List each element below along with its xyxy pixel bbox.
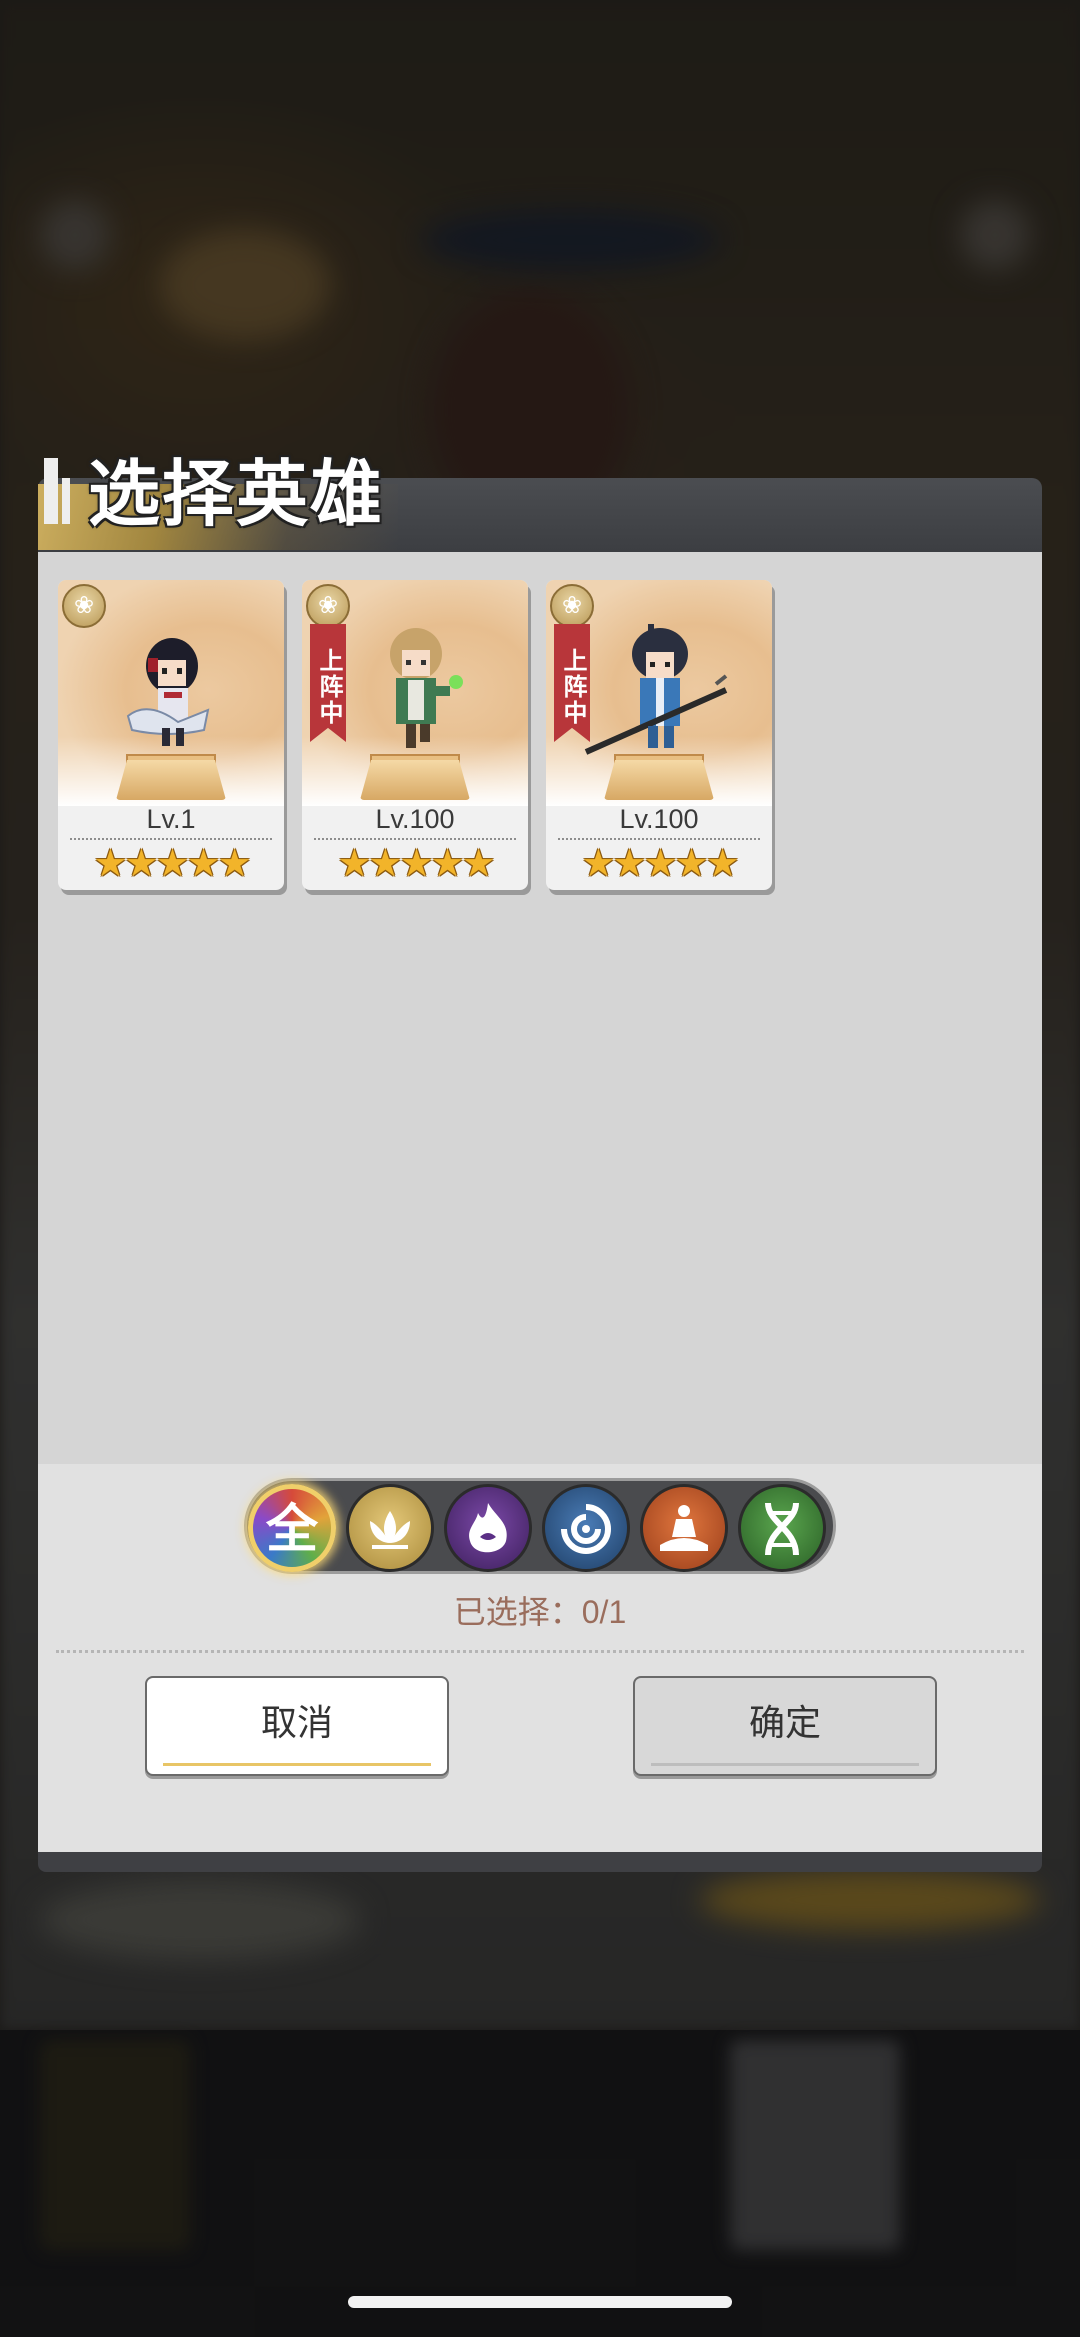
title-accent-bar — [44, 458, 58, 524]
hero-level: Lv.100 — [619, 804, 699, 834]
divider — [56, 1650, 1024, 1653]
hero-level: Lv.100 — [375, 804, 455, 834]
filter-flame-button[interactable] — [444, 1484, 532, 1572]
lotus-icon: ❀ — [306, 584, 350, 628]
filter-all-button[interactable]: 全 — [248, 1484, 336, 1572]
filter-dna-button[interactable] — [738, 1484, 826, 1572]
star-rating: ★★★★★ — [581, 843, 739, 885]
divider — [558, 838, 760, 840]
modal-bottom-edge — [38, 1852, 1042, 1872]
meditation-icon — [660, 1505, 708, 1551]
lotus-icon — [370, 1511, 410, 1549]
modal-title: 选择英雄 — [88, 455, 385, 535]
hero-card[interactable]: ❀ Lv.1 ★★★★★ — [58, 580, 284, 890]
star-rating: ★★★★★ — [337, 843, 495, 885]
home-indicator[interactable] — [348, 2296, 732, 2308]
hero-level: Lv.1 — [146, 804, 196, 834]
swirl-icon — [561, 1504, 611, 1554]
star-rating: ★★★★★ — [93, 843, 251, 885]
filter-swirl-button[interactable] — [542, 1484, 630, 1572]
hero-sprite — [390, 628, 463, 748]
hero-sprite — [126, 638, 210, 746]
deployed-ribbon: 上阵中 — [310, 624, 346, 742]
title-accent-bar-small — [62, 478, 70, 524]
hero-card[interactable]: ❀ 上阵中 Lv.100 ★★★★★ — [546, 580, 772, 890]
divider — [314, 838, 516, 840]
selection-counter: 已选择：0/1 — [453, 1594, 627, 1630]
all-icon: 全 — [265, 1501, 318, 1559]
divider — [70, 838, 272, 840]
filter-lotus-button[interactable] — [346, 1484, 434, 1572]
filter-meditation-button[interactable] — [640, 1484, 728, 1572]
flame-icon — [469, 1503, 507, 1553]
confirm-button[interactable]: 确定 — [633, 1676, 937, 1776]
hero-card[interactable]: ❀ 上阵中 Lv.100 ★★★★★ — [302, 580, 528, 890]
hero-sprite — [584, 624, 728, 755]
cancel-button[interactable]: 取消 — [145, 1676, 449, 1776]
lotus-icon: ❀ — [62, 584, 106, 628]
dna-icon — [765, 1502, 799, 1556]
